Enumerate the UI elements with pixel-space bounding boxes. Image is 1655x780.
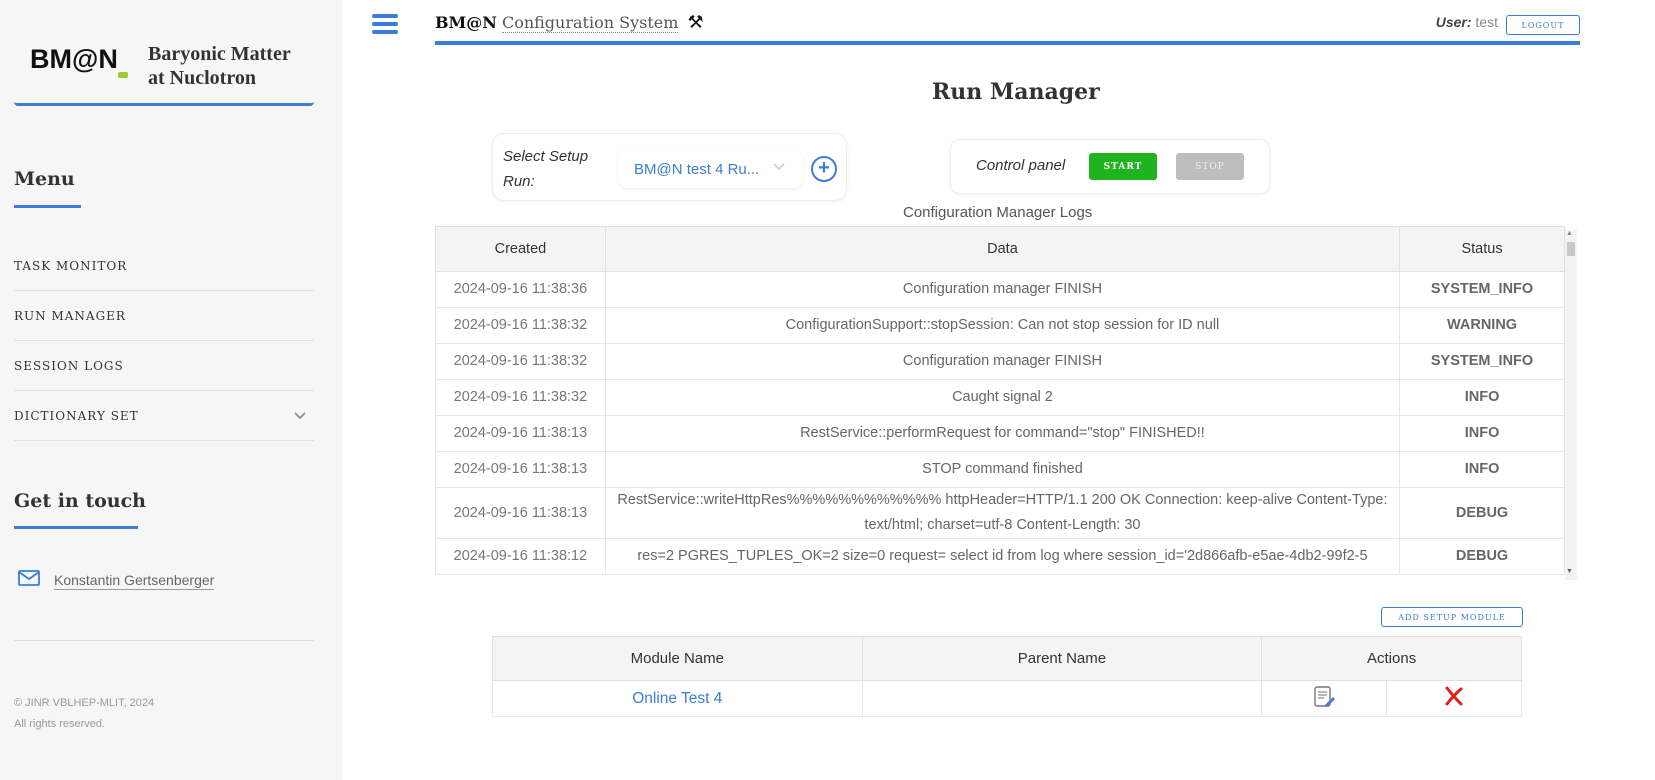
- brand-block[interactable]: BM@N Baryonic Matter at Nuclotron: [14, 30, 314, 106]
- bmn-logo: BM@N: [30, 44, 140, 84]
- column-header-status[interactable]: Status: [1399, 226, 1565, 272]
- setup-run-label: Select Setup Run:: [503, 148, 589, 190]
- user-info: User: test: [1435, 14, 1498, 30]
- logout-button[interactable]: LOGOUT: [1506, 15, 1580, 35]
- mail-icon: [18, 570, 40, 591]
- sidebar-divider: [14, 640, 314, 641]
- column-header-module-name: Module Name: [492, 636, 863, 681]
- column-header-actions: Actions: [1261, 636, 1522, 681]
- log-created: 2024-09-16 11:38:32: [435, 307, 606, 344]
- get-in-touch-underline: [14, 526, 138, 529]
- setup-run-panel: Select Setup Run: BM@N test 4 Ru... +: [492, 133, 847, 201]
- column-header-created[interactable]: Created: [435, 226, 606, 272]
- menu-underline: [14, 205, 81, 208]
- log-created: 2024-09-16 11:38:13: [435, 487, 606, 539]
- contact-link-row[interactable]: Konstantin Gertsenberger: [18, 570, 215, 591]
- get-in-touch-heading: Get in touch: [14, 490, 146, 512]
- log-data: Configuration manager FINISH: [604, 343, 1401, 380]
- add-setup-module-button[interactable]: ADD SETUP MODULE: [1381, 607, 1523, 627]
- chevron-down-icon[interactable]: [294, 408, 306, 424]
- top-bar: BM@N Configuration System ⚒ User: test L…: [435, 0, 1580, 45]
- column-header-data[interactable]: Data: [604, 226, 1401, 272]
- log-created: 2024-09-16 11:38:13: [435, 451, 606, 488]
- log-row: 2024-09-16 11:38:12 res=2 PGRES_TUPLES_OK…: [435, 538, 1565, 575]
- brand-title: Baryonic Matter at Nuclotron: [148, 43, 291, 89]
- control-panel-label: Control panel: [976, 157, 1066, 174]
- page-title: Run Manager: [932, 79, 1100, 105]
- column-header-parent-name: Parent Name: [861, 636, 1263, 681]
- edit-icon[interactable]: [1312, 685, 1336, 713]
- log-status: INFO: [1399, 415, 1565, 452]
- log-row: 2024-09-16 11:38:32 Caught signal 2 INFO: [435, 379, 1565, 416]
- log-row: 2024-09-16 11:38:36 Configuration manager…: [435, 271, 1565, 308]
- log-status: DEBUG: [1399, 538, 1565, 575]
- log-created: 2024-09-16 11:38:36: [435, 271, 606, 308]
- logs-table: Created Data Status 2024-09-16 11:38:36 C…: [435, 226, 1565, 575]
- scroll-up-arrow-icon[interactable]: ▲: [1566, 230, 1573, 237]
- control-panel: Control panel START STOP: [950, 139, 1270, 194]
- log-row: 2024-09-16 11:38:13 RestService::performR…: [435, 415, 1565, 452]
- logs-title: Configuration Manager Logs: [903, 204, 1093, 221]
- log-data: Caught signal 2: [604, 379, 1401, 416]
- log-row: 2024-09-16 11:38:13 STOP command finished…: [435, 451, 1565, 488]
- log-data: RestService::performRequest for command=…: [604, 415, 1401, 452]
- sidebar: BM@N Baryonic Matter at Nuclotron Menu T…: [0, 0, 342, 780]
- system-title: BM@N Configuration System ⚒: [435, 12, 704, 33]
- chevron-down-icon: [773, 160, 785, 174]
- logs-scrollbar-thumb[interactable]: [1567, 242, 1575, 256]
- log-data: STOP command finished: [604, 451, 1401, 488]
- copyright: © JINR VBLHEP-MLIT, 2024 All rights rese…: [14, 697, 155, 730]
- log-created: 2024-09-16 11:38:13: [435, 415, 606, 452]
- module-name-link[interactable]: Online Test 4: [492, 680, 863, 717]
- log-row: 2024-09-16 11:38:32 Configuration manager…: [435, 343, 1565, 380]
- sidebar-item-task-monitor[interactable]: TASK MONITOR: [14, 241, 314, 291]
- log-data: ConfigurationSupport::stopSession: Can n…: [604, 307, 1401, 344]
- log-data: Configuration manager FINISH: [604, 271, 1401, 308]
- log-created: 2024-09-16 11:38:32: [435, 343, 606, 380]
- add-setup-run-icon[interactable]: +: [811, 156, 837, 182]
- log-row: 2024-09-16 11:38:32 ConfigurationSupport:…: [435, 307, 1565, 344]
- log-data: RestService::writeHttpRes%%%%%%%%%%%% ht…: [604, 487, 1401, 539]
- edit-module-cell: [1261, 680, 1388, 717]
- log-row: 2024-09-16 11:38:13 RestService::writeHtt…: [435, 487, 1565, 539]
- sidebar-item-session-logs[interactable]: SESSION LOGS: [14, 341, 314, 391]
- tools-icon: ⚒: [687, 12, 704, 33]
- modules-header-row: Module Name Parent Name Actions: [492, 636, 1522, 681]
- module-parent-name: [861, 680, 1263, 717]
- log-status: WARNING: [1399, 307, 1565, 344]
- modules-table-container: Module Name Parent Name Actions Online T…: [492, 636, 1524, 717]
- delete-icon[interactable]: [1443, 686, 1465, 712]
- delete-module-cell: [1386, 680, 1522, 717]
- stop-button[interactable]: STOP: [1176, 153, 1244, 180]
- contact-name-link[interactable]: Konstantin Gertsenberger: [54, 572, 215, 590]
- scroll-down-arrow-icon[interactable]: ▼: [1566, 568, 1573, 575]
- start-button[interactable]: START: [1089, 153, 1157, 180]
- sidebar-item-run-manager[interactable]: RUN MANAGER: [14, 291, 314, 341]
- log-status: DEBUG: [1399, 487, 1565, 539]
- sidebar-menu: TASK MONITOR RUN MANAGER SESSION LOGS DI…: [14, 241, 314, 441]
- log-data: res=2 PGRES_TUPLES_OK=2 size=0 request= …: [604, 538, 1401, 575]
- menu-heading: Menu: [14, 168, 75, 190]
- logs-header-row: Created Data Status: [435, 226, 1565, 272]
- hamburger-menu-icon[interactable]: [372, 14, 398, 34]
- logs-scrollbar[interactable]: [1565, 230, 1577, 580]
- log-status: INFO: [1399, 451, 1565, 488]
- log-created: 2024-09-16 11:38:32: [435, 379, 606, 416]
- log-status: SYSTEM_INFO: [1399, 271, 1565, 308]
- user-name: test: [1475, 14, 1498, 30]
- log-status: INFO: [1399, 379, 1565, 416]
- module-row: Online Test 4: [492, 680, 1522, 717]
- setup-run-select[interactable]: BM@N test 4 Ru...: [618, 150, 803, 188]
- modules-table: Module Name Parent Name Actions Online T…: [492, 636, 1522, 717]
- log-created: 2024-09-16 11:38:12: [435, 538, 606, 575]
- log-status: SYSTEM_INFO: [1399, 343, 1565, 380]
- logs-table-container[interactable]: Created Data Status 2024-09-16 11:38:36 C…: [435, 226, 1567, 580]
- sidebar-item-dictionary-set[interactable]: DICTIONARY SET: [14, 391, 314, 441]
